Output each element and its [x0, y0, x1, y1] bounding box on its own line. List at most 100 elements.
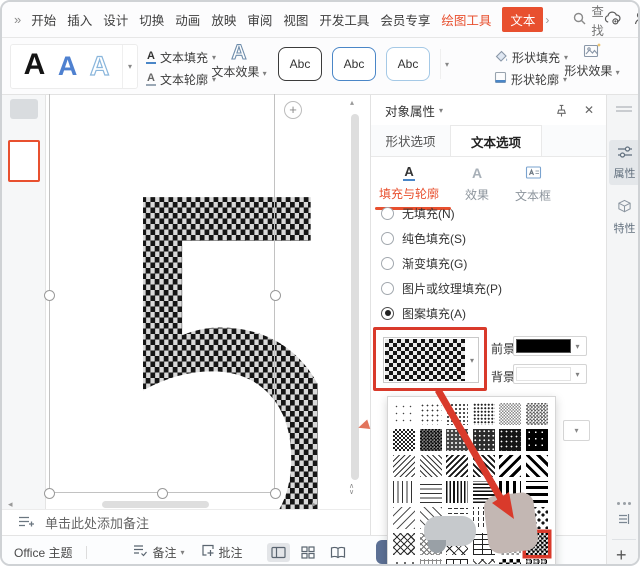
shape-outline-button[interactable]: 形状轮廓 ▾	[494, 70, 567, 88]
selection-handle-bottom-center[interactable]	[157, 488, 168, 499]
slide-thumbnail-selected[interactable]	[8, 140, 40, 182]
selection-handle-mid-right[interactable]	[270, 290, 281, 301]
pattern-swatch[interactable]	[525, 559, 548, 564]
subtab-textbox[interactable]: 文本框	[513, 165, 553, 204]
subtab-fill-outline[interactable]: A 填充与轮廓	[377, 164, 441, 204]
normal-view-button[interactable]	[266, 542, 290, 562]
pattern-swatch[interactable]	[393, 429, 415, 451]
reading-view-button[interactable]	[326, 543, 350, 562]
pattern-swatch[interactable]	[446, 429, 468, 451]
shape-style-preset[interactable]: Abc	[386, 47, 430, 81]
pattern-swatch[interactable]	[419, 403, 442, 425]
menu-tab[interactable]: 设计	[103, 10, 128, 29]
pattern-swatch[interactable]	[446, 559, 468, 564]
pattern-swatch[interactable]	[499, 455, 521, 477]
add-widget-button[interactable]: +	[616, 545, 627, 564]
vscroll-up-arrow[interactable]: ▴	[350, 98, 354, 107]
pattern-swatch[interactable]	[472, 455, 495, 477]
shape-style-preset[interactable]: Abc	[332, 47, 376, 81]
slide-sorter-view-button[interactable]	[297, 543, 319, 562]
menu-tab[interactable]: 插入	[67, 10, 92, 29]
selection-handle-bottom-right[interactable]	[270, 488, 281, 499]
pattern-swatch[interactable]	[393, 559, 415, 564]
pattern-swatch[interactable]	[419, 559, 442, 564]
menu-tab[interactable]: 动画	[175, 10, 200, 29]
menu-tab[interactable]: 会员专享	[380, 10, 430, 29]
pattern-picker-dropdown[interactable]: ▾	[383, 337, 479, 383]
menu-tab[interactable]: 开始	[31, 10, 56, 29]
page-up-down-buttons[interactable]: ∧ ∨	[349, 483, 354, 496]
pattern-swatch[interactable]	[419, 455, 442, 477]
fill-option[interactable]: 图案填充(A)	[381, 304, 502, 322]
subtab-effects[interactable]: A 效果	[463, 165, 491, 204]
sidebar-tab-properties[interactable]: 属性	[609, 140, 638, 185]
notes-bar[interactable]: 单击此处添加备注	[2, 509, 370, 535]
pattern-swatch[interactable]	[525, 455, 548, 477]
background-color-dropdown[interactable]: ▾	[513, 364, 587, 384]
font-style-preset[interactable]: A	[89, 51, 110, 79]
cloud-sync-icon[interactable]	[604, 11, 621, 28]
panel-title[interactable]: 对象属性	[385, 101, 435, 120]
panel-title-dropdown-icon[interactable]: ▾	[439, 106, 443, 115]
foreground-color-dropdown[interactable]: ▾	[513, 336, 587, 356]
pin-panel-icon[interactable]	[555, 104, 568, 117]
pattern-swatch[interactable]	[499, 559, 521, 564]
shape-effects-button[interactable]: 形状效果 ▾	[558, 42, 626, 79]
comments-button[interactable]: 批注	[201, 544, 243, 561]
pattern-swatch[interactable]	[525, 403, 548, 425]
pattern-swatch[interactable]	[393, 481, 415, 503]
pattern-swatch[interactable]	[472, 403, 495, 425]
text-outline-button[interactable]: A 文本轮廓 ▾	[146, 70, 216, 88]
menu-tab[interactable]: 开发工具	[319, 10, 369, 29]
pattern-swatch[interactable]	[472, 559, 495, 564]
pattern-swatch[interactable]	[446, 455, 468, 477]
pattern-swatch[interactable]	[472, 429, 495, 451]
new-slide-button[interactable]: +	[284, 101, 302, 119]
pattern-swatch[interactable]	[525, 429, 548, 451]
pattern-swatch[interactable]	[446, 403, 468, 425]
font-style-preset[interactable]: A	[24, 49, 46, 80]
pattern-swatch[interactable]	[393, 455, 415, 477]
font-style-preset[interactable]: A	[58, 52, 78, 80]
panel-tab[interactable]: 形状选项	[371, 125, 450, 156]
fill-option[interactable]: 纯色填充(S)	[381, 229, 502, 247]
menu-tab[interactable]: 切换	[139, 10, 164, 29]
menu-tab[interactable]: 审阅	[247, 10, 272, 29]
sidebar-drag-handle[interactable]	[616, 106, 632, 112]
pattern-swatch[interactable]	[393, 533, 415, 555]
pattern-swatch[interactable]	[393, 507, 415, 529]
fill-option[interactable]: 渐变填充(G)	[381, 254, 502, 272]
close-panel-icon[interactable]: ✕	[584, 103, 594, 117]
horizontal-scrollbar[interactable]	[102, 501, 209, 508]
menu-tab[interactable]: 放映	[211, 10, 236, 29]
text-fill-button[interactable]: A 文本填充 ▾	[146, 48, 216, 66]
thumbnail-collapsed-box[interactable]	[10, 99, 38, 119]
selection-handle-mid-left[interactable]	[44, 290, 55, 301]
shape-style-preset[interactable]: Abc	[278, 47, 322, 81]
stack-tool-icon[interactable]	[617, 512, 631, 531]
pattern-swatch[interactable]	[499, 403, 521, 425]
shape-fill-button[interactable]: 形状填充 ▾	[494, 48, 568, 66]
search-control[interactable]: 查找	[573, 2, 604, 39]
theme-label[interactable]: Office 主题	[14, 544, 72, 561]
overflow-menu-icon[interactable]: »	[14, 12, 21, 27]
pattern-swatch[interactable]	[446, 481, 468, 503]
menu-overflow-chevron[interactable]: ›	[545, 13, 549, 27]
pattern-swatch[interactable]	[499, 429, 521, 451]
invite-user-icon[interactable]	[634, 11, 638, 28]
fill-option[interactable]: 无填充(N)	[381, 204, 502, 222]
pattern-swatch[interactable]	[393, 403, 415, 425]
fill-option[interactable]: 图片或纹理填充(P)	[381, 279, 502, 297]
menu-tab[interactable]: 文本	[502, 7, 544, 32]
pattern-swatch[interactable]	[419, 429, 442, 451]
pattern-swatch[interactable]	[419, 481, 442, 503]
notes-toggle-button[interactable]: 备注 ▾	[133, 544, 185, 561]
panel-tab[interactable]: 文本选项	[450, 125, 542, 156]
menu-tab[interactable]: 视图	[283, 10, 308, 29]
text-effects-button[interactable]: A 文本效果 ▾	[208, 41, 270, 80]
font-gallery-dropdown[interactable]: ▾	[122, 45, 137, 88]
secondary-dropdown[interactable]: ▾	[563, 420, 590, 441]
shape-gallery-dropdown[interactable]: ▾	[440, 49, 449, 79]
sidebar-tab-features[interactable]: 特性	[609, 194, 638, 240]
selection-handle-bottom-left[interactable]	[44, 488, 55, 499]
